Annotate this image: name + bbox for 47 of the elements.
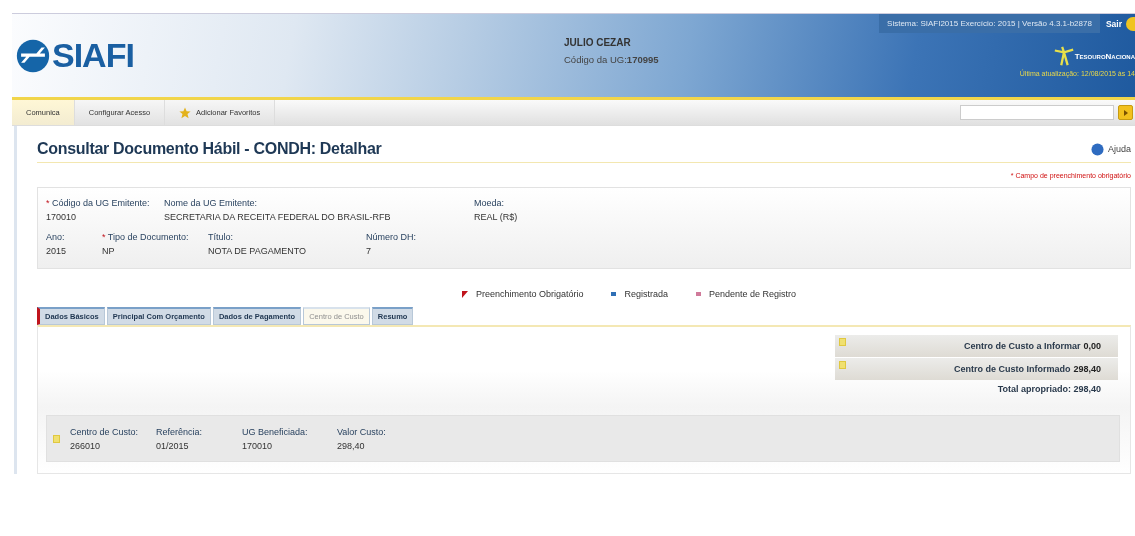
- field-label: Nome da UG Emitente:: [164, 198, 259, 208]
- field-value: 170010: [242, 440, 274, 451]
- summary-label: Centro de Custo a Informar: [963, 341, 1081, 351]
- field-value: 7: [366, 246, 372, 256]
- field-label: Valor Custo:: [337, 426, 387, 437]
- field-label: Referência:: [156, 426, 204, 437]
- field-value: 2015: [46, 246, 68, 256]
- summary-value: 0,00: [1083, 341, 1101, 351]
- field-value: 170010: [46, 212, 78, 222]
- logo-icon: [16, 38, 50, 73]
- go-button[interactable]: [1118, 105, 1133, 120]
- figure-icon: [1052, 45, 1075, 67]
- logout-link[interactable]: Sair: [1099, 18, 1126, 29]
- field-label: Moeda:: [474, 198, 506, 208]
- summary-value: 298,40: [1073, 364, 1101, 374]
- field-value: 266010: [70, 440, 102, 451]
- field-label: Ano:: [46, 232, 66, 242]
- system-info: Sistema: SIAFI2015 Exercício: 2015 | Versão 4.3.1-b2878: [879, 14, 1100, 33]
- search-field[interactable]: [960, 105, 1114, 120]
- field-value: 01/2015: [156, 440, 190, 451]
- summary-label: Centro de Custo Informado: [953, 364, 1071, 374]
- legend-label: Registrada: [624, 289, 668, 299]
- field-label: Número DH:: [366, 232, 416, 242]
- field-value: NOTA DE PAGAMENTO: [208, 246, 307, 256]
- total-text: Total apropriado: 298,40: [997, 384, 1101, 394]
- expand-icon[interactable]: [839, 338, 846, 346]
- help-link[interactable]: Ajuda: [1090, 142, 1131, 156]
- play-icon: [1121, 108, 1130, 117]
- field-value: SECRETARIA DA RECEITA FEDERAL DO BRASIL-RFB: [164, 212, 392, 222]
- field-value: NP: [102, 246, 116, 256]
- field-label: Centro de Custo:: [70, 426, 140, 437]
- expand-icon[interactable]: [53, 434, 60, 443]
- user-name: JULIO CEZAR: [564, 37, 632, 48]
- field-label: UG Beneficiada:: [242, 426, 309, 437]
- logo-text: SIAFI: [52, 36, 134, 75]
- star-icon: [179, 106, 192, 119]
- field-label: * Tipo de Documento:: [102, 232, 190, 242]
- page-title: Consultar Documento Hábil - CONDH: Detalhar: [37, 140, 382, 158]
- expand-icon[interactable]: [839, 361, 846, 369]
- field-label: Título:: [208, 232, 234, 242]
- field-label: * Código da UG Emitente:: [46, 198, 151, 208]
- ug-code: Código da UG:170995: [564, 54, 660, 65]
- legend-label: Preenchimento Obrigatório: [475, 289, 584, 299]
- brand-name: TesouroNaciona: [1074, 51, 1135, 61]
- legend-label: Pendente de Registro: [709, 289, 797, 299]
- field-value: 298,40: [337, 440, 366, 451]
- field-value: REAL (R$): [474, 212, 518, 222]
